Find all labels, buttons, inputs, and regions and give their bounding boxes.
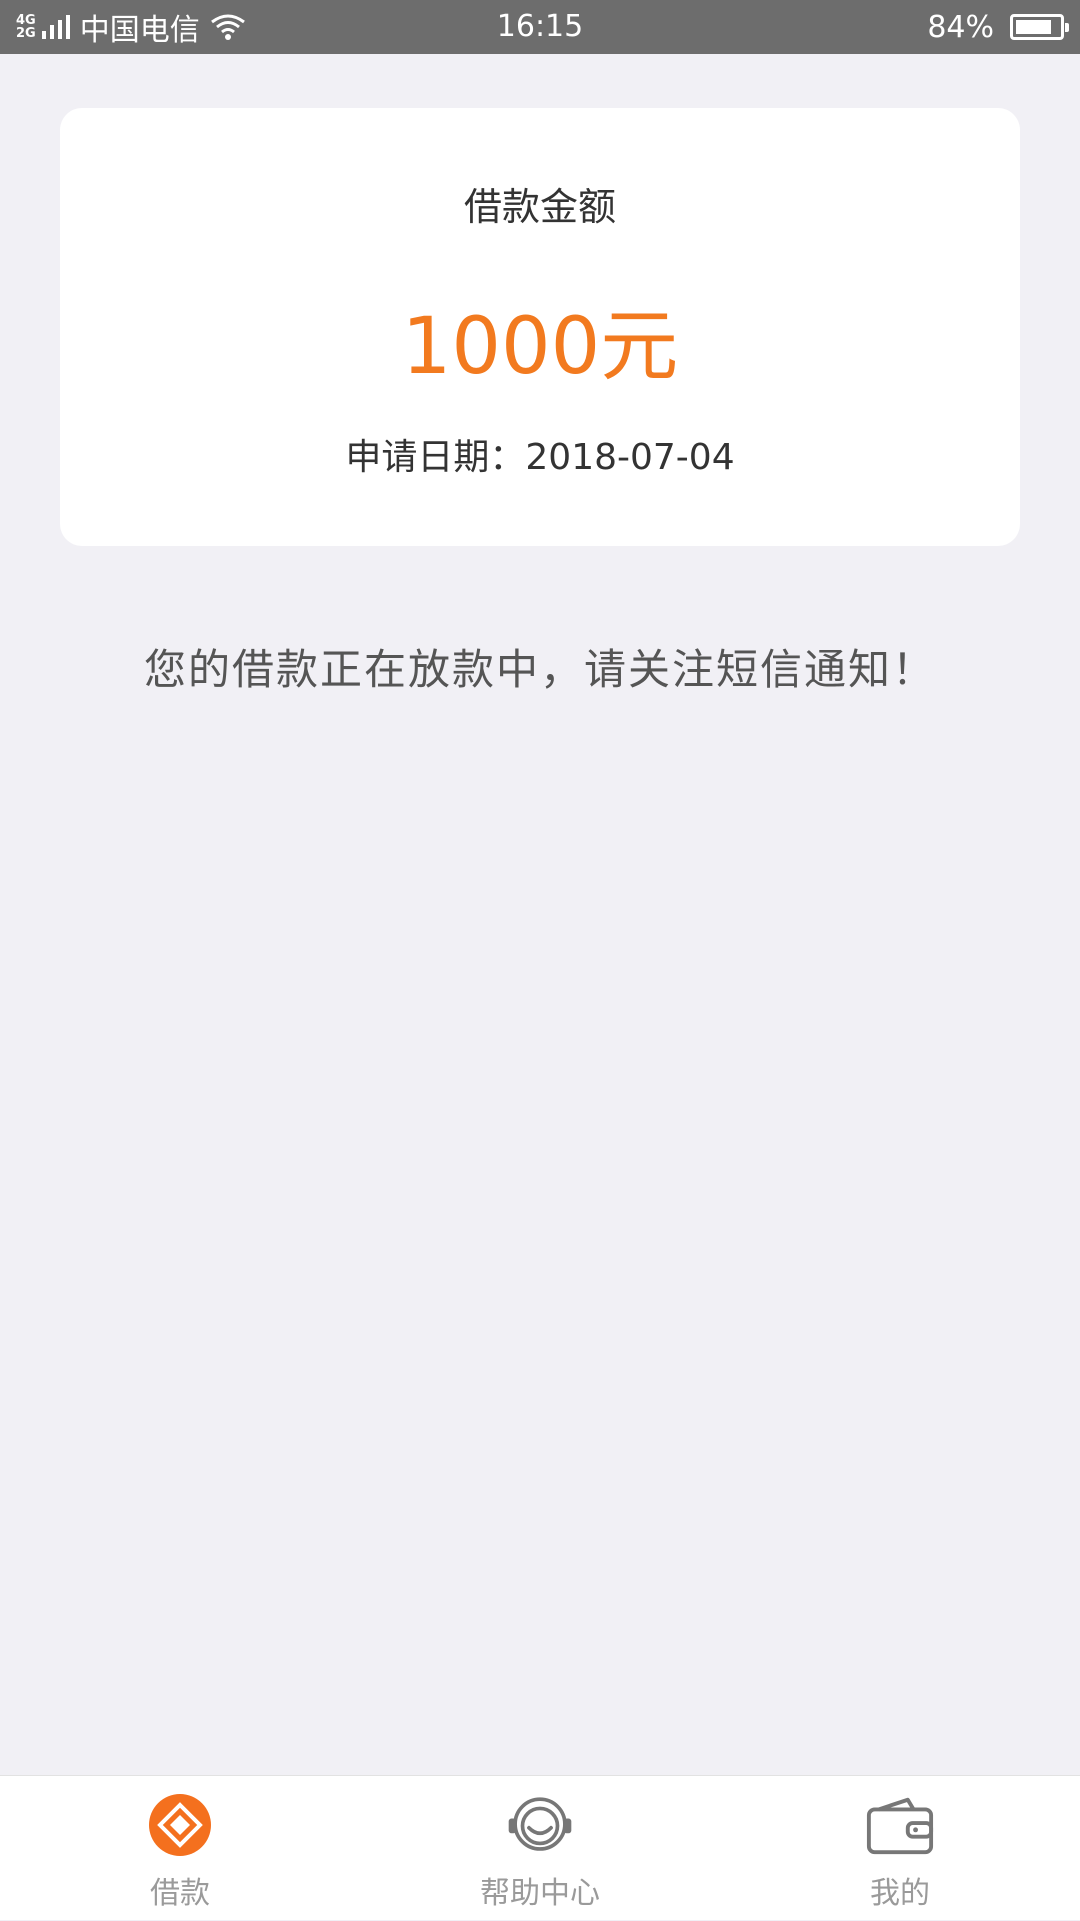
application-date: 申请日期：2018-07-04 — [345, 437, 735, 478]
tab-help-center[interactable]: 帮助中心 — [360, 1776, 720, 1921]
battery-fill — [1016, 20, 1052, 34]
bottom-tab-bar: 借款 帮助中心 我的 — [0, 1775, 1080, 1920]
status-time: 16:15 — [496, 9, 584, 44]
battery-icon — [1010, 14, 1069, 40]
disbursement-notice: 您的借款正在放款中，请关注短信通知！ — [143, 645, 936, 694]
tab-loan-label: 借款 — [150, 1876, 210, 1911]
loan-icon — [145, 1790, 215, 1860]
status-bar-right: 84% — [927, 0, 1069, 54]
loan-amount-title: 借款金额 — [463, 185, 616, 229]
status-bar: 4G 2G 中国电信 16:15 84% — [0, 0, 1080, 54]
help-center-icon — [505, 1790, 575, 1860]
loan-amount-value: 1000元 — [401, 302, 679, 392]
battery-percent: 84% — [927, 9, 994, 45]
tab-loan[interactable]: 借款 — [0, 1776, 360, 1921]
tab-help-center-label: 帮助中心 — [480, 1876, 600, 1911]
wallet-icon — [865, 1790, 935, 1860]
tab-mine-label: 我的 — [870, 1876, 930, 1911]
tab-mine[interactable]: 我的 — [720, 1776, 1080, 1921]
loan-amount-card: 借款金额 1000元 申请日期：2018-07-04 — [60, 108, 1020, 546]
